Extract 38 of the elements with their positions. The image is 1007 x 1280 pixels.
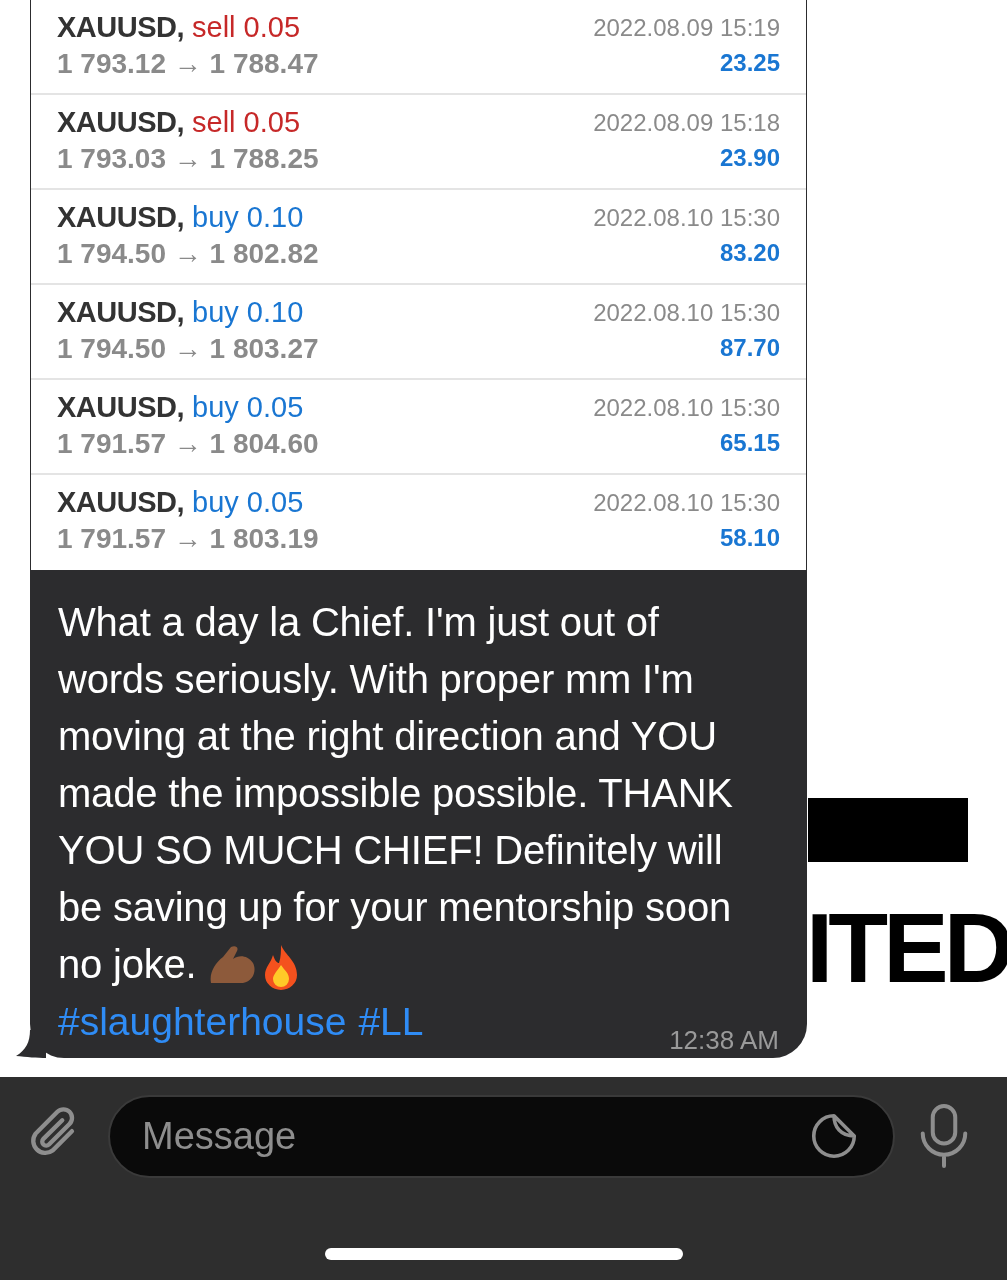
- trade-profit: 83.20: [719, 238, 780, 268]
- trade-time: 2022.08.09 15:19: [593, 13, 780, 43]
- trade-order: buy 0.10: [192, 295, 304, 330]
- message-field[interactable]: Message: [108, 1094, 895, 1178]
- trade-prices: 1 793.12 → 1 788.47: [57, 47, 319, 81]
- trade-profit: 58.10: [719, 523, 780, 553]
- trade-order: sell 0.05: [192, 105, 301, 140]
- trade-prices: 1 793.03 → 1 788.25: [57, 142, 319, 176]
- trade-prices: 1 791.57 → 1 804.60: [57, 427, 319, 461]
- wallpaper-text: ITED: [806, 893, 1007, 1003]
- trade-order: buy 0.10: [192, 200, 304, 235]
- hashtag-link[interactable]: #LL: [358, 993, 424, 1050]
- trade-symbol: XAUUSD,: [57, 390, 184, 425]
- trade-profit: 65.15: [719, 428, 780, 458]
- trade-prices: 1 794.50 → 1 802.82: [57, 237, 319, 271]
- hashtag-link[interactable]: #slaughterhouse: [58, 993, 347, 1050]
- trade-prices: 1 794.50 → 1 803.27: [57, 332, 319, 366]
- microphone-icon[interactable]: [919, 1103, 969, 1169]
- trade-time: 2022.08.10 15:30: [593, 488, 780, 518]
- message-input[interactable]: Message: [142, 1107, 807, 1165]
- trade-symbol: XAUUSD,: [57, 10, 184, 45]
- trade-profit: 23.90: [719, 143, 780, 173]
- message-time: 12:38 AM: [669, 1024, 779, 1057]
- trade-order: sell 0.05: [192, 10, 301, 45]
- trade-prices: 1 791.57 → 1 803.19: [57, 522, 319, 556]
- trade-order: buy 0.05: [192, 390, 304, 425]
- trade-time: 2022.08.09 15:18: [593, 108, 780, 138]
- trade-symbol: XAUUSD,: [57, 105, 184, 140]
- trade-order: buy 0.05: [192, 485, 304, 520]
- message-text: What a day la Chief. I'm just out of words seriously. With proper mm I'm moving at the right direction and YOU made the impossible possible. THANK YOU SO MUCH CHIEF! Definitely will be saving up for your mentorship soon no joke.: [58, 594, 748, 993]
- trade-profit: 87.70: [719, 333, 780, 363]
- trade-symbol: XAUUSD,: [57, 295, 184, 330]
- trade-time: 2022.08.10 15:30: [593, 393, 780, 423]
- trade-profit: 23.25: [719, 48, 780, 78]
- trade-symbol: XAUUSD,: [57, 485, 184, 520]
- trade-time: 2022.08.10 15:30: [593, 203, 780, 233]
- trade-symbol: XAUUSD,: [57, 200, 184, 235]
- trade-time: 2022.08.10 15:30: [593, 298, 780, 328]
